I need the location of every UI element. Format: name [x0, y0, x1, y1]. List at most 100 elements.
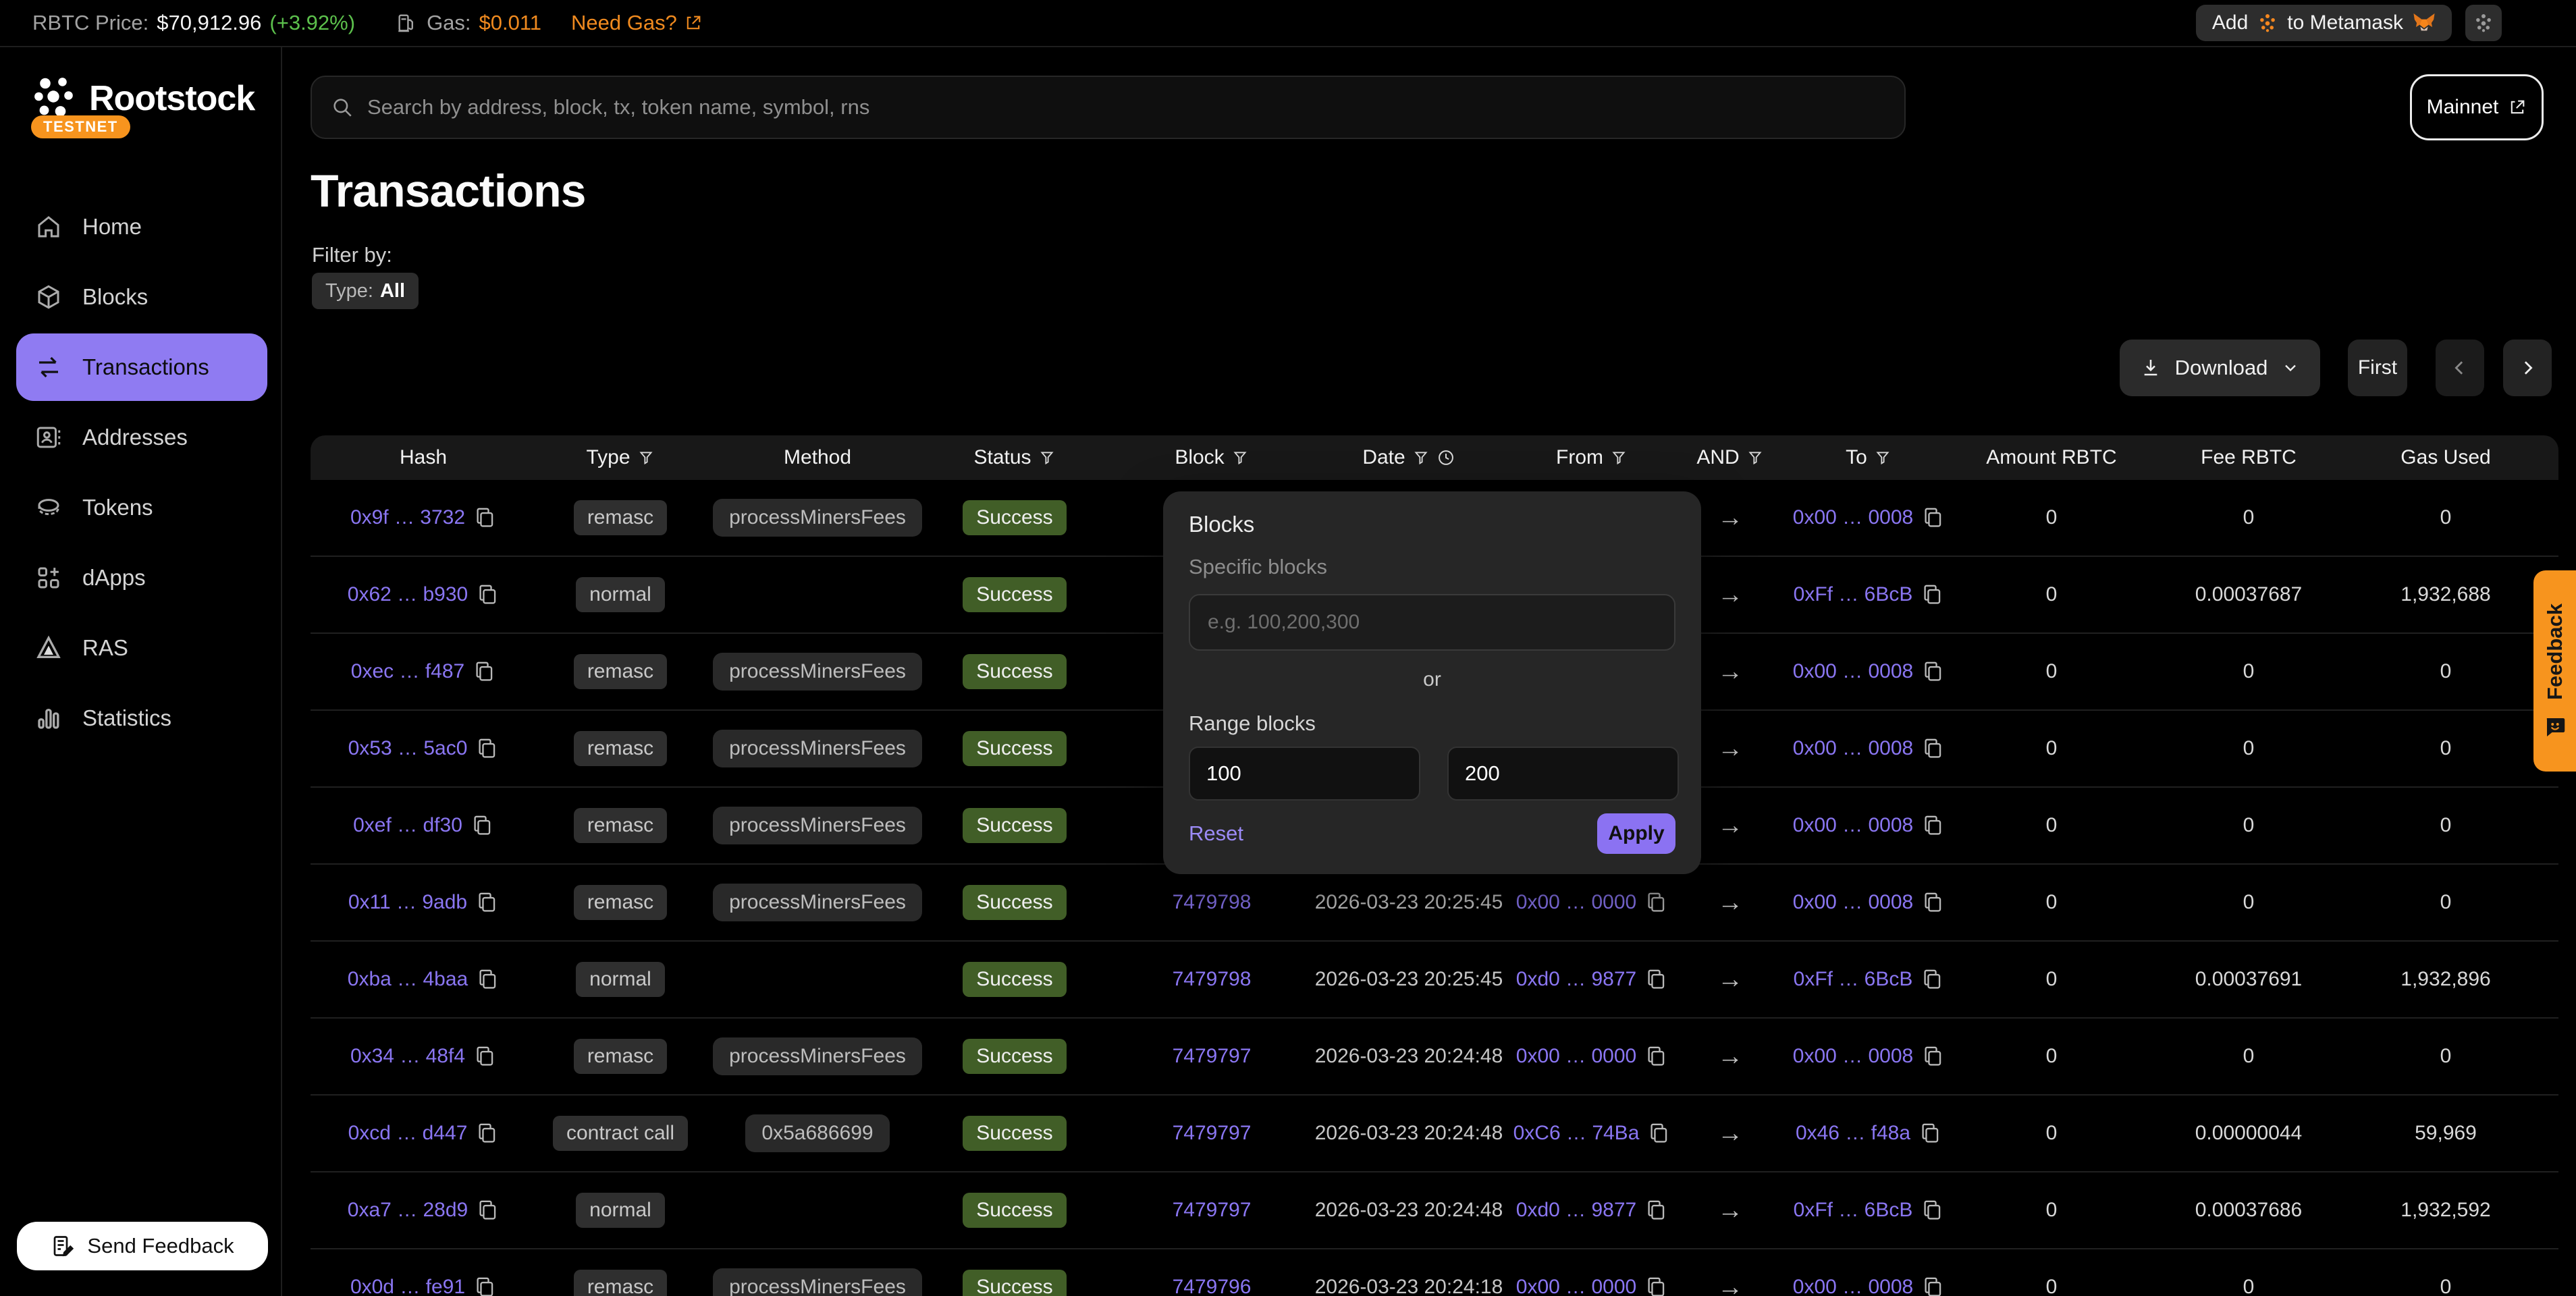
- copy-icon[interactable]: [476, 967, 499, 992]
- reset-link[interactable]: Reset: [1189, 821, 1243, 846]
- to-address-link[interactable]: 0x00 … 0008: [1793, 506, 1913, 529]
- copy-icon[interactable]: [473, 659, 495, 684]
- copy-icon[interactable]: [1647, 1121, 1670, 1145]
- copy-icon[interactable]: [1921, 967, 1943, 992]
- search-input[interactable]: [367, 95, 1885, 119]
- specific-blocks-input[interactable]: [1189, 594, 1675, 651]
- copy-icon[interactable]: [1921, 1044, 1944, 1069]
- copy-icon[interactable]: [1921, 813, 1944, 838]
- from-address-link[interactable]: 0x00 … 0000: [1516, 1276, 1636, 1296]
- copy-icon[interactable]: [475, 736, 498, 761]
- to-address-link[interactable]: 0x00 … 0008: [1793, 737, 1913, 760]
- sidebar-item-statistics[interactable]: Statistics: [0, 683, 282, 753]
- from-address-link[interactable]: 0xd0 … 9877: [1516, 1199, 1636, 1222]
- tx-hash-link[interactable]: 0xa7 … 28d9: [348, 1199, 468, 1222]
- copy-icon[interactable]: [1644, 890, 1667, 915]
- sidebar-item-tokens[interactable]: Tokens: [0, 473, 282, 543]
- col-header-status[interactable]: Status: [916, 446, 1113, 469]
- from-cell: 0x00 … 0000: [1507, 890, 1676, 915]
- copy-icon[interactable]: [1644, 1044, 1667, 1069]
- table-row: 0xcd … d447 contract call 0x5a686699 Suc…: [311, 1096, 2558, 1172]
- block-link[interactable]: 7479798: [1173, 891, 1252, 914]
- add-to-metamask-button[interactable]: Add to Metamask: [2196, 5, 2452, 41]
- copy-icon[interactable]: [1921, 659, 1944, 684]
- to-address-link[interactable]: 0x00 … 0008: [1793, 1276, 1913, 1296]
- from-address-link[interactable]: 0x00 … 0000: [1516, 1045, 1636, 1068]
- copy-icon[interactable]: [1921, 1198, 1943, 1222]
- to-address-link[interactable]: 0xFf … 6BcB: [1794, 1199, 1913, 1222]
- col-header-type[interactable]: Type: [522, 446, 719, 469]
- sidebar-item-blocks[interactable]: Blocks: [0, 262, 282, 332]
- to-address-link[interactable]: 0x00 … 0008: [1793, 1045, 1913, 1068]
- block-link[interactable]: 7479797: [1173, 1045, 1252, 1068]
- tx-hash-link[interactable]: 0xba … 4baa: [348, 968, 468, 991]
- gas-cell: 1,932,896: [2347, 968, 2544, 991]
- copy-icon[interactable]: [1644, 967, 1667, 992]
- copy-icon[interactable]: [475, 1121, 498, 1145]
- sidebar-item-dapps[interactable]: dApps: [0, 543, 282, 613]
- tx-hash-link[interactable]: 0x62 … b930: [348, 583, 468, 606]
- from-address-link[interactable]: 0xC6 … 74Ba: [1513, 1122, 1640, 1145]
- tx-hash-link[interactable]: 0x53 … 5ac0: [348, 737, 468, 760]
- mainnet-button[interactable]: Mainnet: [2410, 74, 2544, 140]
- tx-hash-link[interactable]: 0xec … f487: [351, 660, 464, 683]
- download-button[interactable]: Download: [2120, 340, 2320, 396]
- feedback-tab[interactable]: Feedback: [2533, 570, 2576, 772]
- tx-hash-link[interactable]: 0x11 … 9adb: [348, 891, 467, 914]
- col-header-from[interactable]: From: [1507, 446, 1676, 469]
- copy-icon[interactable]: [471, 813, 493, 838]
- tx-hash-link[interactable]: 0x34 … 48f4: [350, 1045, 465, 1068]
- gas-cell: 1,932,592: [2347, 1199, 2544, 1222]
- to-address-link[interactable]: 0x46 … f48a: [1796, 1122, 1910, 1145]
- copy-icon[interactable]: [1921, 736, 1944, 761]
- sidebar-item-home[interactable]: Home: [0, 192, 282, 262]
- copy-icon[interactable]: [473, 1275, 496, 1296]
- range-from-input[interactable]: [1189, 747, 1420, 801]
- block-link[interactable]: 7479796: [1173, 1276, 1252, 1296]
- copy-icon[interactable]: [475, 890, 498, 915]
- block-link[interactable]: 7479798: [1173, 968, 1252, 991]
- copy-icon[interactable]: [1921, 583, 1943, 607]
- tx-hash-link[interactable]: 0xcd … d447: [348, 1122, 468, 1145]
- block-link[interactable]: 7479797: [1173, 1122, 1252, 1145]
- amount-cell: 0: [1953, 737, 2150, 760]
- tx-hash-link[interactable]: 0x9f … 3732: [350, 506, 465, 529]
- range-to-input[interactable]: [1447, 747, 1679, 801]
- rootstock-toggle-button[interactable]: [2465, 5, 2502, 41]
- send-feedback-button[interactable]: Send Feedback: [17, 1222, 268, 1270]
- next-page-button[interactable]: [2503, 340, 2552, 396]
- to-address-link[interactable]: 0xFf … 6BcB: [1794, 968, 1913, 991]
- copy-icon[interactable]: [1918, 1121, 1941, 1145]
- copy-icon[interactable]: [473, 506, 496, 530]
- copy-icon[interactable]: [476, 583, 499, 607]
- copy-icon[interactable]: [473, 1044, 496, 1069]
- type-filter-chip[interactable]: Type: All: [312, 273, 419, 309]
- copy-icon[interactable]: [1921, 890, 1944, 915]
- to-address-link[interactable]: 0xFf … 6BcB: [1794, 583, 1913, 606]
- col-header-to[interactable]: To: [1784, 446, 1953, 469]
- tx-hash-link[interactable]: 0xef … df30: [353, 814, 462, 837]
- copy-icon[interactable]: [1921, 1275, 1944, 1296]
- need-gas-link[interactable]: Need Gas?: [571, 11, 703, 35]
- to-address-link[interactable]: 0x00 … 0008: [1793, 660, 1913, 683]
- copy-icon[interactable]: [1921, 506, 1944, 530]
- col-header-and[interactable]: AND: [1676, 446, 1784, 469]
- prev-page-button[interactable]: [2436, 340, 2484, 396]
- apply-button[interactable]: Apply: [1597, 813, 1675, 854]
- col-header-date[interactable]: Date: [1310, 446, 1507, 469]
- sidebar-item-transactions[interactable]: Transactions: [16, 333, 267, 401]
- col-header-block[interactable]: Block: [1113, 446, 1310, 469]
- from-address-link[interactable]: 0xd0 … 9877: [1516, 968, 1636, 991]
- tx-hash-link[interactable]: 0x0d … fe91: [350, 1276, 465, 1296]
- from-address-link[interactable]: 0x00 … 0000: [1516, 891, 1636, 914]
- to-address-link[interactable]: 0x00 … 0008: [1793, 814, 1913, 837]
- block-link[interactable]: 7479797: [1173, 1199, 1252, 1222]
- copy-icon[interactable]: [1644, 1275, 1667, 1296]
- sidebar-item-addresses[interactable]: Addresses: [0, 402, 282, 473]
- first-page-button[interactable]: First: [2348, 340, 2407, 396]
- copy-icon[interactable]: [476, 1198, 499, 1222]
- sidebar-item-label: RAS: [82, 635, 128, 661]
- sidebar-item-ras[interactable]: RAS: [0, 613, 282, 683]
- to-address-link[interactable]: 0x00 … 0008: [1793, 891, 1913, 914]
- copy-icon[interactable]: [1644, 1198, 1667, 1222]
